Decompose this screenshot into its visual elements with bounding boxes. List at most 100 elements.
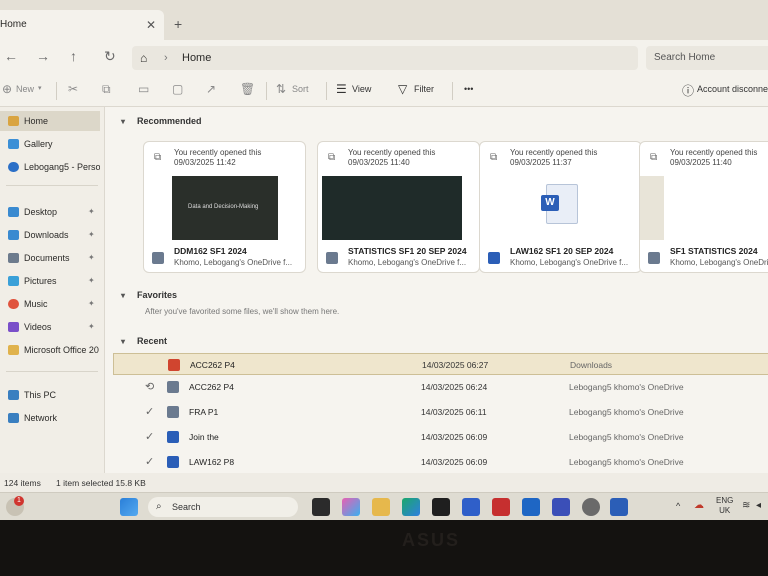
paste-icon[interactable]: ▭ [138, 82, 149, 96]
file-name: LAW162 P8 [189, 457, 235, 467]
table-row[interactable]: ⟲ ACC262 P4 14/03/2025 06:24 Lebogang5 k… [113, 376, 768, 398]
sidebar-item-gallery[interactable]: Gallery [0, 134, 100, 154]
section-title: Favorites [137, 290, 178, 300]
breadcrumb-home[interactable]: Home [182, 46, 211, 70]
new-button[interactable]: New [16, 84, 34, 94]
sidebar-item-pictures[interactable]: Pictures ✦ [0, 271, 100, 291]
more-options-button[interactable]: ••• [464, 84, 473, 94]
word-icon[interactable] [610, 498, 628, 516]
language-code: ENG [716, 496, 734, 505]
up-icon[interactable]: ↑ [70, 48, 77, 64]
section-recent[interactable]: ▾ Recent [121, 336, 167, 346]
edge-icon[interactable] [402, 498, 420, 516]
mcafee-icon[interactable] [492, 498, 510, 516]
volume-icon[interactable]: ◂ [756, 500, 761, 511]
sidebar-item-onedrive[interactable]: Lebogang5 - Personal [0, 157, 100, 177]
chevron-up-icon[interactable]: ^ [676, 501, 680, 511]
chevron-down-icon: ▾ [121, 337, 126, 346]
back-icon[interactable]: ← [4, 48, 18, 64]
section-title: Recommended [137, 116, 202, 126]
copilot-icon[interactable] [342, 498, 360, 516]
outlook-icon[interactable] [522, 498, 540, 516]
cut-icon[interactable]: ✂ [68, 82, 78, 96]
filter-button[interactable]: Filter [414, 84, 434, 94]
music-icon [8, 299, 19, 309]
sidebar-item-music[interactable]: Music ✦ [0, 294, 100, 314]
open-link-icon: ⧉ [328, 152, 336, 163]
search-input[interactable]: Search Home [646, 46, 768, 70]
new-tab-button[interactable]: + [174, 16, 182, 32]
file-location: Downloads [570, 360, 613, 370]
settings-icon[interactable] [582, 498, 600, 516]
file-date: 14/03/2025 06:24 [421, 382, 488, 392]
thumbnail-text: Data and Decision-Making [188, 204, 259, 210]
card-file-name: SF1 STATISTICS 2024 [670, 246, 758, 256]
divider [266, 82, 267, 100]
computer-icon [8, 390, 19, 400]
synced-check-icon: ✓ [145, 456, 155, 468]
delete-icon[interactable]: 🗑 [240, 82, 255, 96]
recommended-card[interactable]: ⧉ You recently opened this 09/03/2025 11:… [317, 141, 480, 273]
recommended-card[interactable]: ⧉ You recently opened this 09/03/2025 11:… [479, 141, 642, 273]
rename-icon[interactable]: ▢ [172, 82, 183, 96]
sidebar-item-label: Home [24, 116, 49, 126]
sidebar: Home Gallery Lebogang5 - Personal Deskto… [0, 107, 105, 473]
sort-button[interactable]: Sort [292, 84, 309, 94]
title-bar: Home ✕ + [0, 0, 768, 40]
task-view-icon[interactable] [312, 498, 330, 516]
tab-home[interactable]: Home ✕ [0, 10, 164, 40]
teams-icon[interactable] [552, 498, 570, 516]
table-row[interactable]: ✓ Join the 14/03/2025 06:09 Lebogang5 kh… [113, 426, 768, 448]
divider [452, 82, 453, 100]
sidebar-item-home[interactable]: Home [0, 111, 100, 131]
section-recommended[interactable]: ▾ Recommended [121, 116, 202, 126]
sidebar-item-office[interactable]: Microsoft Office 20 [0, 340, 100, 360]
store-icon[interactable] [432, 498, 450, 516]
share-icon[interactable]: ↗ [206, 82, 216, 96]
sidebar-item-this-pc[interactable]: This PC [0, 385, 100, 405]
sidebar-item-desktop[interactable]: Desktop ✦ [0, 202, 100, 222]
table-row[interactable]: ✓ LAW162 P8 14/03/2025 06:09 Lebogang5 k… [113, 451, 768, 473]
account-status[interactable]: Account disconnected [697, 84, 768, 94]
wifi-icon[interactable]: ≋ [742, 500, 750, 511]
close-tab-icon[interactable]: ✕ [146, 10, 156, 40]
sidebar-item-network[interactable]: Network [0, 408, 100, 428]
onedrive-icon[interactable]: ☁ [694, 500, 704, 511]
table-row[interactable]: ACC262 P4 14/03/2025 06:27 Downloads [113, 353, 768, 375]
chevron-down-icon: ▾ [38, 85, 42, 92]
sidebar-item-label: Microsoft Office 20 [24, 345, 99, 355]
sidebar-item-documents[interactable]: Documents ✦ [0, 248, 100, 268]
address-bar[interactable]: ⌂ › Home [132, 46, 638, 70]
document-icon [8, 253, 19, 263]
view-button[interactable]: View [352, 84, 371, 94]
view-icon: ☰ [336, 82, 347, 96]
item-count: 124 items [4, 478, 41, 488]
sidebar-item-downloads[interactable]: Downloads ✦ [0, 225, 100, 245]
table-row[interactable]: ✓ FRA P1 14/03/2025 06:11 Lebogang5 khom… [113, 401, 768, 423]
taskbar-search[interactable]: ⌕ Search [148, 497, 298, 517]
copy-icon[interactable]: ⧉ [102, 82, 111, 97]
cloud-icon [8, 162, 19, 172]
card-caption: You recently opened this [174, 148, 262, 157]
synced-check-icon: ✓ [145, 431, 155, 443]
card-owner: Khomo, Lebogang's OneDrive f... [348, 258, 467, 267]
file-location: Lebogang5 khomo's OneDrive [569, 382, 684, 392]
taskbar-search-label: Search [172, 502, 201, 512]
recommended-card[interactable]: ⧉ You recently opened this 09/03/2025 11:… [639, 141, 768, 273]
sidebar-item-videos[interactable]: Videos ✦ [0, 317, 100, 337]
recommended-card[interactable]: ⧉ You recently opened this 09/03/2025 11:… [143, 141, 306, 273]
word-file-icon [167, 431, 179, 443]
app-icon[interactable] [462, 498, 480, 516]
word-file-icon [167, 456, 179, 468]
card-file-name: LAW162 SF1 20 SEP 2024 [510, 246, 614, 256]
file-icon [648, 252, 660, 264]
start-icon[interactable] [120, 498, 138, 516]
taskbar: 1 ⌕ Search ^ ☁ ENG UK ≋ ◂ [0, 492, 768, 520]
section-favorites[interactable]: ▾ Favorites [121, 290, 177, 300]
card-caption: You recently opened this [510, 148, 598, 157]
refresh-icon[interactable]: ↻ [104, 48, 116, 65]
sidebar-item-label: Network [24, 413, 58, 423]
file-explorer-icon[interactable] [372, 498, 390, 516]
forward-icon[interactable]: → [36, 48, 50, 64]
language-indicator[interactable]: ENG UK [716, 496, 733, 516]
